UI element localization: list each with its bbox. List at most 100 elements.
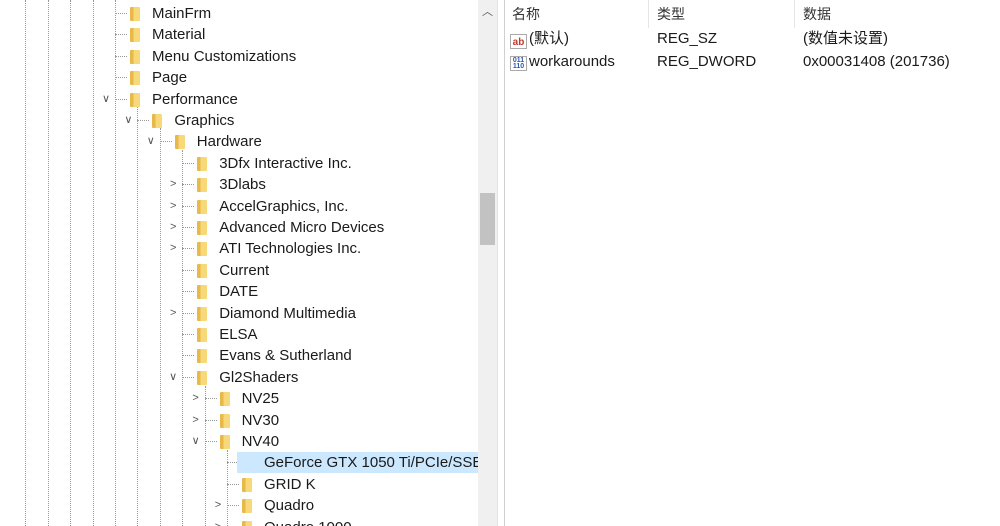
chevron-right-icon[interactable]: >: [189, 409, 202, 431]
folder-icon: [152, 114, 163, 128]
value-type: REG_DWORD: [657, 53, 757, 70]
tree-connector: [115, 77, 127, 79]
tree-node[interactable]: MainFrm: [0, 3, 478, 24]
folder-icon: [219, 435, 230, 449]
tree-node[interactable]: > Quadro: [0, 495, 478, 517]
tree-node[interactable]: ∨ Gl2Shaders: [0, 366, 478, 388]
tree-node-label: Menu Customizations: [152, 47, 297, 65]
folder-icon: [174, 135, 185, 150]
chevron-down-icon[interactable]: ∨: [100, 88, 112, 110]
chevron-down-icon[interactable]: ∨: [167, 366, 180, 388]
tree-node-label: Diamond Multimedia: [219, 304, 356, 322]
tree-connector: [115, 98, 127, 100]
scrollbar-thumb[interactable]: [480, 193, 495, 245]
registry-key-tree[interactable]: MainFrm Material Menu Customizations Page ∨ P…: [0, 0, 478, 526]
tree-node-label: Hardware: [196, 133, 262, 151]
tree-node-label: NV40: [241, 433, 280, 450]
folder-icon: [197, 306, 208, 321]
string-value-icon: ab: [510, 34, 527, 49]
registry-values-list: 名称 类型 数据 ab (默认) REG_SZ (数值未设置) 011 110 wor…: [504, 0, 1000, 526]
folder-icon: [242, 499, 252, 514]
column-header-name[interactable]: 名称: [504, 0, 649, 28]
tree-node[interactable]: > AccelGraphics, Inc.: [0, 195, 478, 217]
tree-node[interactable]: GeForce GTX 1050 Ti/PCIe/SSE2: [0, 452, 478, 474]
value-name: workarounds: [529, 53, 615, 70]
value-data: 0x00031408 (201736): [803, 53, 950, 70]
folder-icon: [242, 477, 252, 492]
tree-node[interactable]: >3Dlabs: [0, 174, 478, 196]
tree-node[interactable]: Material: [0, 24, 478, 45]
tree-node[interactable]: ∨ Performance: [0, 88, 478, 110]
chevron-down-icon[interactable]: ∨: [189, 431, 202, 452]
folder-icon: [130, 92, 140, 107]
chevron-down-icon[interactable]: ∨: [122, 110, 135, 131]
chevron-right-icon[interactable]: >: [212, 495, 224, 517]
tree-node[interactable]: > Diamond Multimedia: [0, 302, 478, 324]
tree-node[interactable]: ∨ Graphics: [0, 110, 478, 131]
chevron-right-icon[interactable]: >: [167, 238, 180, 260]
tree-node[interactable]: ELSA: [0, 324, 478, 345]
tree-node-label: GRID K: [264, 475, 316, 493]
tree-connector: [182, 205, 195, 207]
tree-node-label: NV30: [241, 411, 280, 429]
tree-node[interactable]: > Advanced Micro Devices: [0, 217, 478, 238]
folder-icon: [197, 221, 208, 235]
tree-connector: [115, 55, 127, 57]
tree-node[interactable]: Page: [0, 67, 478, 88]
tree-node[interactable]: ∨ Hardware: [0, 131, 478, 153]
tree-node-label: MainFrm: [152, 5, 212, 22]
folder-icon: [242, 520, 252, 526]
value-name: (默认): [529, 30, 569, 47]
chevron-right-icon[interactable]: >: [167, 174, 180, 196]
folder-icon: [197, 263, 208, 278]
tree-node[interactable]: Menu Customizations: [0, 46, 478, 67]
tree-node-label: GeForce GTX 1050 Ti/PCIe/SSE2: [237, 452, 478, 474]
tree-node-label: Advanced Micro Devices: [219, 219, 385, 236]
folder-icon: [197, 242, 208, 257]
chevron-right-icon[interactable]: >: [212, 516, 224, 526]
tree-node-label: Quadro 1000: [261, 517, 355, 526]
tree-node[interactable]: > ATI Technologies Inc.: [0, 238, 478, 260]
value-data: (数值未设置): [803, 30, 888, 47]
folder-icon: [130, 49, 140, 64]
tree-node-label: Performance: [152, 90, 238, 108]
tree-node-label: Evans & Sutherland: [219, 347, 352, 365]
tree-node-label: Graphics: [174, 112, 235, 129]
tree-node-label: DATE: [219, 283, 259, 301]
scroll-up-arrow-icon[interactable]: ︿: [478, 3, 497, 19]
folder-icon: [197, 156, 208, 171]
tree-node[interactable]: > NV30: [0, 409, 478, 431]
tree-node[interactable]: Current: [0, 260, 478, 281]
folder-icon: [219, 413, 230, 428]
chevron-right-icon[interactable]: >: [167, 217, 180, 238]
tree-connector: [182, 334, 195, 335]
chevron-right-icon[interactable]: >: [167, 302, 180, 324]
folder-icon: [130, 7, 140, 21]
tree-node[interactable]: Evans & Sutherland: [0, 345, 478, 366]
column-header-data[interactable]: 数据: [795, 0, 995, 28]
tree-node[interactable]: GRID K: [0, 474, 478, 495]
tree-connector: [137, 120, 150, 121]
tree-node-label: AccelGraphics, Inc.: [219, 197, 349, 215]
tree-vertical-scrollbar[interactable]: ︿: [478, 0, 497, 526]
column-header-type[interactable]: 类型: [649, 0, 795, 28]
chevron-right-icon[interactable]: >: [167, 195, 180, 217]
chevron-down-icon[interactable]: ∨: [144, 131, 157, 153]
folder-icon: [219, 392, 230, 407]
tree-node[interactable]: 3Dfx Interactive Inc.: [0, 153, 478, 174]
folder-icon: [197, 328, 208, 342]
chevron-right-icon[interactable]: >: [189, 388, 202, 410]
folder-icon: [197, 349, 208, 364]
tree-connector: [182, 355, 195, 357]
tree-node[interactable]: ∨ NV40: [0, 431, 478, 452]
tree-connector: [182, 248, 195, 250]
tree-connector: [182, 162, 195, 164]
tree-node-label: ATI Technologies Inc.: [219, 240, 362, 258]
folder-icon: [197, 199, 208, 214]
tree-node-label: Page: [152, 69, 188, 87]
tree-node[interactable]: DATE: [0, 281, 478, 302]
tree-node[interactable]: > Quadro 1000: [0, 516, 478, 526]
tree-connector: [204, 398, 217, 400]
tree-node[interactable]: > NV25: [0, 388, 478, 410]
tree-connector: [182, 376, 195, 378]
